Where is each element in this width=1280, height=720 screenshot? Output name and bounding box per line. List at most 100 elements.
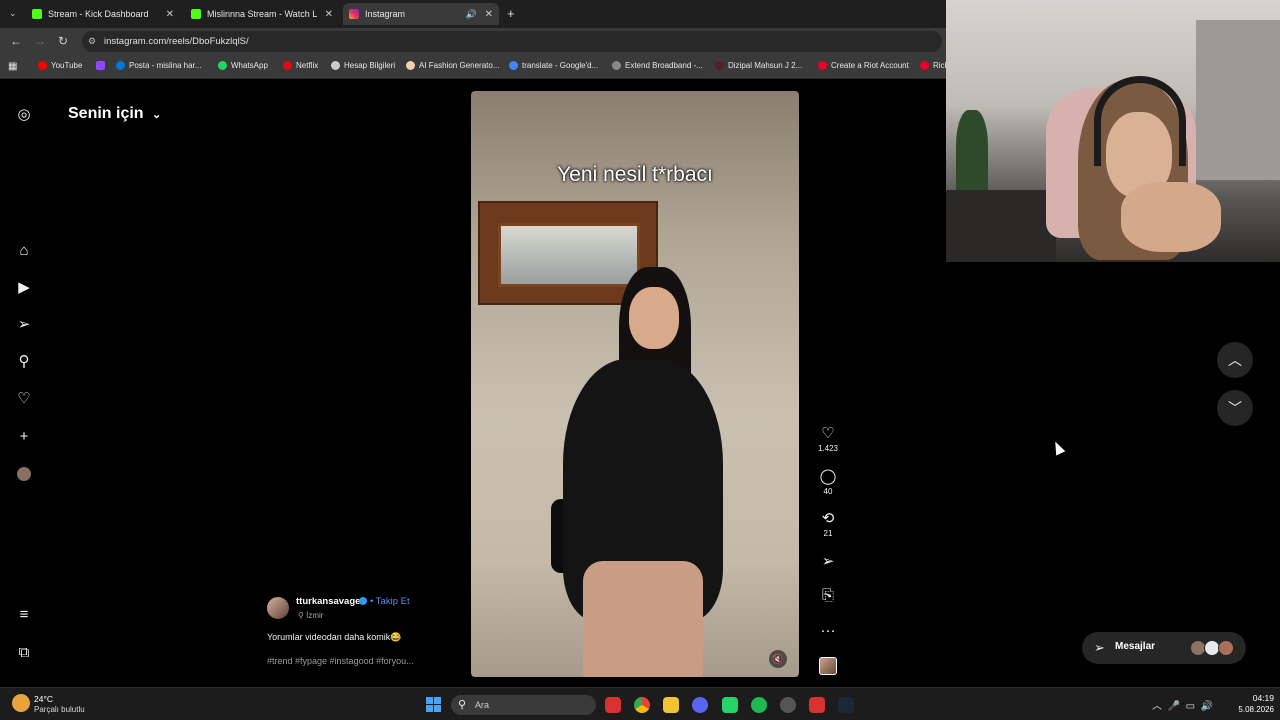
bookmark-youtube[interactable]: YouTube <box>38 61 82 70</box>
bookmark-rick[interactable]: Rick <box>920 61 949 70</box>
bookmark-label: translate - Google'd... <box>522 61 599 70</box>
bookmark-label: Posta - mislina har... <box>129 61 202 70</box>
app-icon-gray[interactable] <box>780 697 796 713</box>
back-icon[interactable]: ← <box>10 34 22 48</box>
save-button[interactable]: ⎘ <box>815 587 841 605</box>
close-tab-icon[interactable]: ✕ <box>325 9 333 20</box>
bookmark-ai-fashion[interactable]: AI Fashion Generato... <box>406 61 500 70</box>
author-username[interactable]: tturkansavage <box>296 596 360 607</box>
like-button[interactable]: ♡ 1.423 <box>815 425 841 453</box>
site-info-icon[interactable]: ⚙ <box>88 31 96 52</box>
windows-start-icon[interactable] <box>426 697 441 712</box>
comment-button[interactable]: ◯ 40 <box>815 468 841 496</box>
browser-tab-bar: ⌄ Stream - Kick Dashboard ✕ Mislinnna St… <box>0 0 946 28</box>
more-apps-icon[interactable]: ⧉ <box>16 645 32 661</box>
clock-time[interactable]: 04:19 <box>1234 693 1274 703</box>
bookmark-twitch[interactable] <box>96 61 109 70</box>
app-icon-red[interactable] <box>605 697 621 713</box>
notifications-heart-icon[interactable]: ♡ <box>16 391 32 407</box>
like-count: 1.423 <box>817 444 839 453</box>
tab-label: Instagram <box>365 9 406 19</box>
bookmark-riot[interactable]: Create a Riot Account <box>818 61 909 70</box>
previous-reel-button[interactable]: ︿ <box>1217 342 1253 378</box>
bookmark-label: YouTube <box>51 61 83 70</box>
tab-kick-stream[interactable]: Mislinnna Stream - Watch Live o... ✕ <box>185 3 339 25</box>
chrome-icon[interactable] <box>634 697 650 713</box>
bookmark-label: Netflix <box>296 61 319 70</box>
profile-avatar[interactable] <box>17 467 31 481</box>
follow-button[interactable]: • Takip Et <box>370 596 410 607</box>
location-link[interactable]: ⚲ İzmir <box>298 611 323 620</box>
bookmark-hesap[interactable]: Hesap Bilgileri <box>331 61 395 70</box>
tab-instagram[interactable]: Instagram 🔊 ✕ <box>343 3 499 25</box>
next-reel-button[interactable]: ﹀ <box>1217 390 1253 426</box>
location-pin-icon: ⚲ <box>298 611 307 620</box>
system-tray[interactable]: ︿ 🎤 ▭ 🔊 <box>1152 697 1213 712</box>
bookmark-label: Dizipal Mahsun J 2... <box>728 61 803 70</box>
close-tab-icon[interactable]: ✕ <box>485 9 493 20</box>
mute-toggle-icon[interactable]: 🔇 <box>769 650 787 668</box>
menu-hamburger-icon[interactable]: ≡ <box>16 607 32 623</box>
messages-label: Mesajlar <box>1115 641 1156 652</box>
weather-temperature[interactable]: 24°C <box>34 694 53 704</box>
audio-thumbnail[interactable] <box>819 657 837 675</box>
comment-count: 40 <box>823 487 833 496</box>
more-options-button[interactable]: ··· <box>815 622 841 640</box>
reels-icon[interactable]: ▶ <box>16 280 32 296</box>
feed-selector[interactable]: Senin için ⌄ <box>68 105 161 123</box>
webcam-christmas-tree <box>956 110 988 200</box>
send-icon: ➢ <box>821 553 835 570</box>
spotify-icon[interactable] <box>751 697 767 713</box>
forward-icon[interactable]: → <box>34 34 46 48</box>
instagram-logo-icon[interactable]: ◎ <box>16 107 32 123</box>
taskbar-search[interactable]: ⚲ Ara <box>451 695 596 715</box>
video-overlay-text: Yeni nesil t*rbacı <box>557 163 713 186</box>
repost-icon: ⟲ <box>821 510 835 527</box>
direct-send-icon[interactable]: ➢ <box>16 317 32 333</box>
app-icon-red-2[interactable] <box>809 697 825 713</box>
reel-video[interactable]: Yeni nesil t*rbacı 🔇 <box>471 91 799 677</box>
conversation-avatar <box>1218 640 1234 656</box>
chevron-down-icon: ⌄ <box>152 109 162 121</box>
bookmark-posta[interactable]: Posta - mislina har... <box>116 61 201 70</box>
new-tab-icon[interactable]: + <box>507 6 515 21</box>
webcam-desk <box>946 190 1056 262</box>
bookmark-dizipal[interactable]: Dizipal Mahsun J 2... <box>715 61 802 70</box>
comment-icon: ◯ <box>819 468 837 485</box>
bookmark-icon: ⎘ <box>821 587 834 604</box>
tab-kick-dashboard[interactable]: Stream - Kick Dashboard ✕ <box>26 3 180 25</box>
reload-icon[interactable]: ↻ <box>58 34 68 48</box>
weather-description[interactable]: Parçalı bulutlu <box>34 705 85 714</box>
bookmark-label: Create a Riot Account <box>831 61 909 70</box>
create-plus-icon[interactable]: + <box>16 429 32 445</box>
bookmark-extend-broadband[interactable]: Extend Broadband -... <box>612 61 703 70</box>
browser-toolbar: ← → ↻ ⚙ instagram.com/reels/DboFukzlqlS/ <box>0 28 946 55</box>
tab-list-chevron-icon[interactable]: ⌄ <box>9 8 17 19</box>
clock-date[interactable]: 5.08.2026 <box>1220 705 1274 714</box>
speaker-icon[interactable]: 🔊 <box>466 9 477 20</box>
reel-hashtags[interactable]: #trend #fypage #instagood #foryou... <box>267 656 414 666</box>
search-icon: ⚲ <box>458 699 467 711</box>
headset-icon <box>1094 76 1186 166</box>
whatsapp-icon[interactable] <box>722 697 738 713</box>
file-explorer-icon[interactable] <box>663 697 679 713</box>
more-dots-icon: ··· <box>820 622 836 639</box>
weather-icon[interactable] <box>12 694 30 712</box>
bookmark-whatsapp[interactable]: WhatsApp <box>218 61 268 70</box>
search-icon[interactable]: ⚲ <box>16 354 32 370</box>
close-tab-icon[interactable]: ✕ <box>166 9 174 20</box>
share-button[interactable]: ➢ <box>815 553 841 571</box>
bookmark-translate[interactable]: translate - Google'd... <box>509 61 598 70</box>
url-field[interactable]: ⚙ instagram.com/reels/DboFukzlqlS/ <box>82 31 942 52</box>
author-avatar[interactable] <box>267 597 289 619</box>
video-face <box>629 287 679 349</box>
apps-grid-icon[interactable]: ▦ <box>8 61 17 72</box>
verified-badge-icon <box>359 597 367 605</box>
messages-button[interactable]: ➢ Mesajlar <box>1082 632 1246 664</box>
repost-button[interactable]: ⟲ 21 <box>815 510 841 538</box>
bookmark-netflix[interactable]: Netflix <box>283 61 318 70</box>
home-icon[interactable]: ⌂ <box>16 243 32 259</box>
reel-caption: Yorumlar videodan daha komik😂 <box>267 632 402 642</box>
steam-icon[interactable] <box>838 697 854 713</box>
discord-icon[interactable] <box>692 697 708 713</box>
